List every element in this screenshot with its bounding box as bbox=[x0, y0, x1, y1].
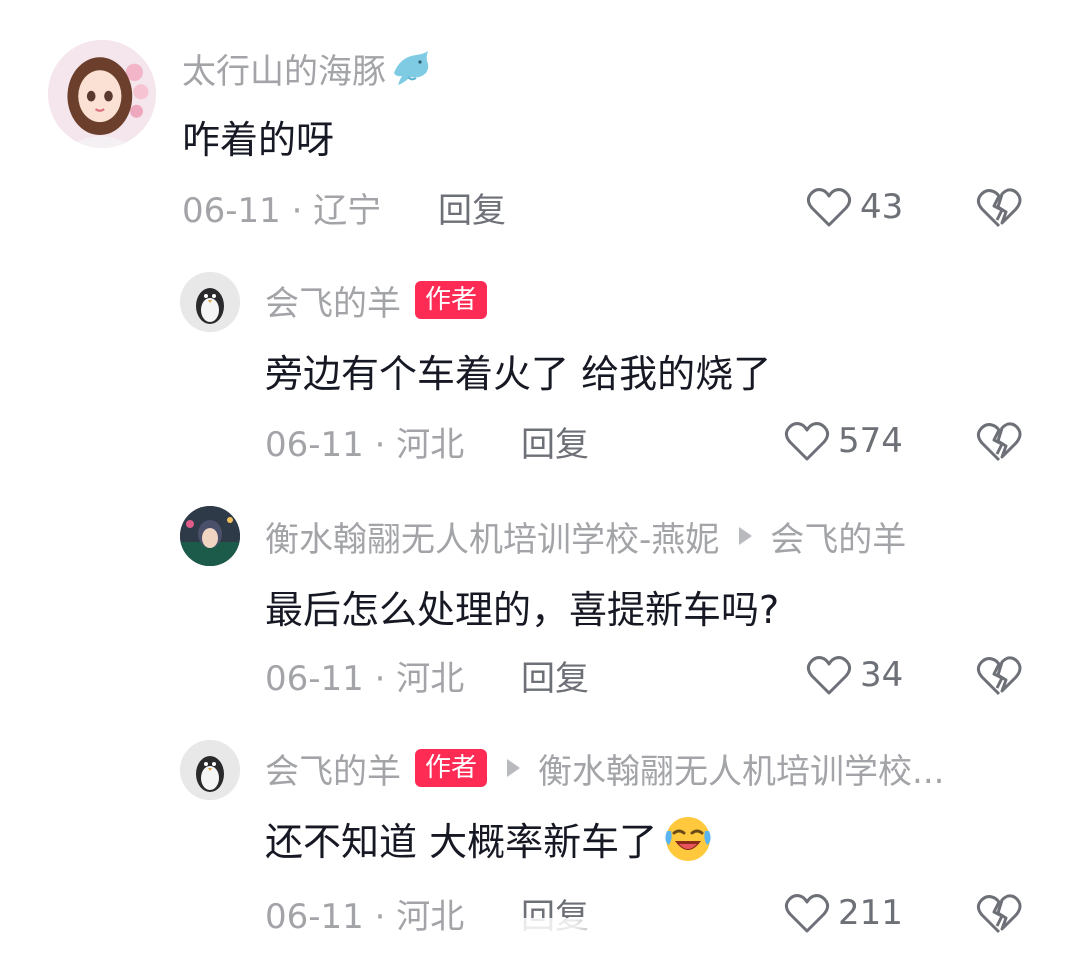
username[interactable]: 会飞的羊 bbox=[265, 276, 401, 325]
username[interactable]: 太行山的海豚 bbox=[182, 44, 386, 93]
reply-button[interactable]: 回复 bbox=[521, 416, 589, 466]
broken-heart-icon[interactable] bbox=[976, 186, 1022, 230]
like-button[interactable]: 211 bbox=[784, 888, 903, 938]
username-line: 衡水翰翮无人机培训学校-燕妮 会飞的羊 bbox=[265, 512, 906, 560]
like-count: 574 bbox=[838, 421, 903, 461]
reply-target-username[interactable]: 会飞的羊 bbox=[770, 512, 906, 561]
heart-outline-icon bbox=[806, 188, 852, 227]
broken-heart-icon[interactable] bbox=[976, 654, 1022, 698]
watermark-overlay bbox=[470, 918, 620, 948]
heart-outline-icon bbox=[784, 894, 830, 933]
avatar[interactable] bbox=[180, 272, 240, 332]
comment-text: 咋着的呀 bbox=[182, 117, 335, 162]
date-location: 06-11 · 河北 bbox=[265, 424, 465, 465]
comment-text: 旁边有个车着火了 给我的烧了 bbox=[265, 351, 772, 396]
username-line: 会飞的羊 作者 bbox=[265, 276, 488, 325]
reply-button[interactable]: 回复 bbox=[521, 650, 589, 700]
username-line: 会飞的羊 作者 衡水翰翮无人机培训学校... bbox=[265, 744, 944, 792]
date-location: 06-11 · 河北 bbox=[265, 896, 465, 937]
author-badge: 作者 bbox=[415, 749, 488, 787]
username-line: 太行山的海豚 bbox=[182, 44, 432, 92]
date-location: 06-11 · 辽宁 bbox=[182, 190, 382, 231]
person-photo-avatar-icon bbox=[180, 506, 240, 566]
username[interactable]: 衡水翰翮无人机培训学校-燕妮 bbox=[265, 512, 719, 561]
like-button[interactable]: 574 bbox=[784, 416, 903, 466]
avatar[interactable] bbox=[180, 506, 240, 566]
dolphin-icon bbox=[390, 47, 432, 89]
like-count: 34 bbox=[860, 655, 904, 695]
comment-item: 会飞的羊 作者 旁边有个车着火了 给我的烧了 06-11 · 河北 回复 574 bbox=[0, 250, 1080, 490]
heart-outline-icon bbox=[806, 656, 852, 695]
like-button[interactable]: 34 bbox=[806, 650, 903, 700]
date-location: 06-11 · 河北 bbox=[265, 658, 465, 699]
laughing-crying-emoji-icon bbox=[661, 811, 715, 865]
reply-target-username[interactable]: 衡水翰翮无人机培训学校... bbox=[538, 744, 944, 793]
broken-heart-icon[interactable] bbox=[976, 420, 1022, 464]
author-badge: 作者 bbox=[415, 281, 488, 319]
reply-button[interactable]: 回复 bbox=[438, 182, 506, 232]
avatar[interactable] bbox=[180, 740, 240, 800]
heart-outline-icon bbox=[784, 422, 830, 461]
comment-item: 衡水翰翮无人机培训学校-燕妮 会飞的羊 最后怎么处理的，喜提新车吗? 06-11… bbox=[0, 484, 1080, 720]
comment-text-content: 还不知道 大概率新车了 bbox=[265, 819, 658, 864]
broken-heart-icon[interactable] bbox=[976, 892, 1022, 936]
avatar-girl-illustration-icon bbox=[48, 40, 156, 148]
username[interactable]: 会飞的羊 bbox=[265, 744, 401, 793]
penguin-avatar-icon bbox=[180, 740, 240, 800]
like-count: 211 bbox=[838, 893, 903, 933]
like-count: 43 bbox=[860, 187, 904, 227]
comment-item: 太行山的海豚 咋着的呀 06-11 · 辽宁 回复 43 bbox=[0, 0, 1080, 250]
comment-text: 还不知道 大概率新车了 bbox=[265, 810, 715, 866]
comment-text: 最后怎么处理的，喜提新车吗? bbox=[265, 587, 780, 632]
reply-arrow-icon bbox=[507, 759, 521, 777]
like-button[interactable]: 43 bbox=[806, 182, 903, 232]
avatar[interactable] bbox=[48, 40, 156, 148]
penguin-avatar-icon bbox=[180, 272, 240, 332]
reply-arrow-icon bbox=[739, 527, 753, 545]
